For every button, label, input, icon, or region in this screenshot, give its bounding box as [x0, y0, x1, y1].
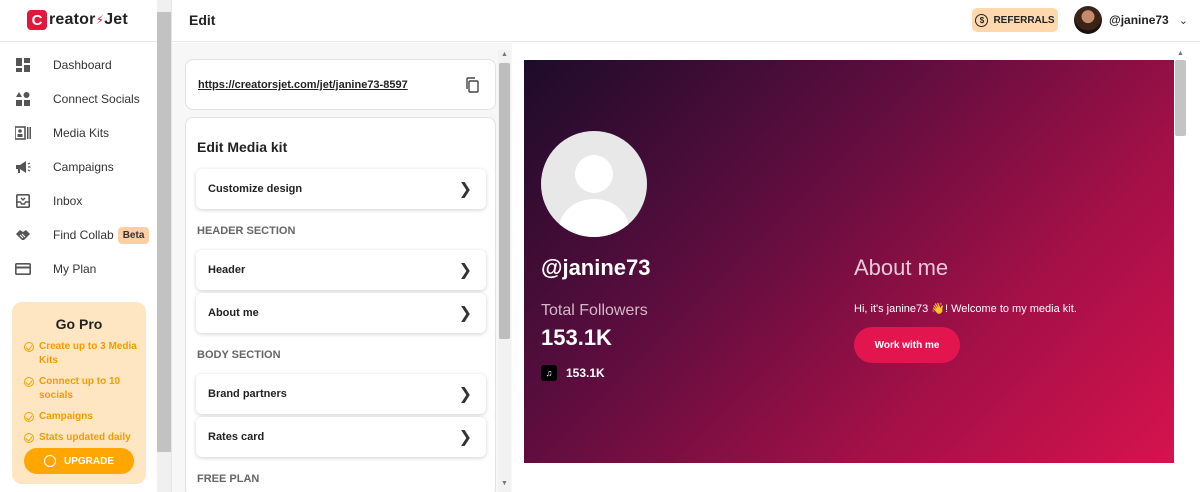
feature-item: Stats updated daily [24, 431, 140, 445]
brand-partners-button[interactable]: Brand partners ❯ [196, 374, 486, 414]
card-icon [15, 261, 31, 277]
header-section-label: HEADER SECTION [197, 225, 296, 237]
dashboard-icon [15, 57, 31, 73]
chevron-right-icon: ❯ [458, 386, 472, 403]
referrals-button[interactable]: $ REFERRALS [972, 8, 1058, 32]
feature-item: Create up to 3 Media Kits [24, 340, 140, 368]
check-circle-icon [24, 433, 34, 443]
sidebar: C reator⚡Jet Dashboard Connect Socials M… [0, 0, 172, 492]
top-bar: Edit $ REFERRALS @janine73 ⌄ [172, 0, 1200, 42]
avatar [1074, 6, 1102, 34]
award-icon [43, 455, 56, 467]
free-plan-label: FREE PLAN [197, 473, 260, 485]
sidebar-item-inbox[interactable]: Inbox [0, 184, 157, 218]
total-followers-value: 153.1K [541, 325, 612, 350]
editor-scrollbar[interactable]: ▲ ▼ [498, 50, 511, 492]
sidebar-item-find-collab[interactable]: Find Collab Beta [0, 218, 157, 252]
page-title: Edit [189, 12, 216, 28]
logo-text: reator⚡Jet [49, 11, 128, 28]
logo-mark: C [27, 10, 47, 30]
sidebar-item-connect-socials[interactable]: Connect Socials [0, 82, 157, 116]
check-circle-icon [24, 342, 34, 352]
edit-media-kit-heading: Edit Media kit [197, 139, 288, 155]
chevron-down-icon: ⌄ [1178, 14, 1188, 27]
tiktok-followers: 153.1K [566, 366, 605, 380]
preview-scrollbar[interactable]: ▲ [1174, 50, 1187, 492]
tiktok-stat: ♫ 153.1K [541, 365, 605, 381]
scrollbar-thumb[interactable] [157, 12, 171, 452]
scrollbar-thumb[interactable] [499, 63, 510, 339]
profile-avatar-placeholder [541, 131, 647, 237]
sidebar-item-label: Inbox [53, 194, 83, 208]
chevron-right-icon: ❯ [458, 305, 472, 322]
chevron-right-icon: ❯ [458, 181, 472, 198]
dollar-icon: $ [975, 13, 989, 27]
scroll-up-icon[interactable]: ▲ [501, 51, 508, 58]
sidebar-item-campaigns[interactable]: Campaigns [0, 150, 157, 184]
scroll-down-icon[interactable]: ▼ [501, 480, 508, 487]
tiktok-icon: ♫ [541, 365, 557, 381]
beta-badge: Beta [117, 226, 150, 244]
upgrade-button[interactable]: UPGRADE [24, 448, 134, 474]
sidebar-item-label: Media Kits [53, 126, 110, 140]
customize-design-button[interactable]: Customize design ❯ [196, 169, 486, 209]
media-kit-icon [15, 125, 31, 141]
media-kit-url-card: https://creatorsjet.com/jet/janine73-859… [185, 59, 496, 110]
check-circle-icon [24, 412, 34, 422]
copy-icon[interactable] [464, 77, 480, 93]
scrollbar-thumb[interactable] [1175, 60, 1186, 136]
sidebar-item-media-kits[interactable]: Media Kits [0, 116, 157, 150]
sidebar-item-label: Dashboard [53, 58, 112, 72]
divider [0, 41, 157, 42]
user-menu[interactable]: @janine73 ⌄ [1074, 6, 1188, 34]
feature-item: Connect up to 10 socials [24, 375, 140, 403]
sidebar-item-label: Campaigns [53, 160, 114, 174]
chevron-right-icon: ❯ [458, 429, 472, 446]
logo[interactable]: C reator⚡Jet [27, 9, 128, 31]
media-kit-url-link[interactable]: https://creatorsjet.com/jet/janine73-859… [198, 79, 408, 91]
edit-panel: https://creatorsjet.com/jet/janine73-859… [172, 43, 512, 492]
inbox-icon [15, 193, 31, 209]
sidebar-item-my-plan[interactable]: My Plan [0, 252, 157, 286]
edit-media-kit-card: Edit Media kit Customize design ❯ HEADER… [185, 117, 496, 492]
scroll-up-icon[interactable]: ▲ [1177, 50, 1184, 57]
chevron-right-icon: ❯ [458, 262, 472, 279]
handshake-icon [15, 227, 31, 243]
header-button[interactable]: Header ❯ [196, 250, 486, 290]
media-kit-preview: @janine73 Total Followers 153.1K ♫ 153.1… [524, 60, 1174, 463]
sidebar-item-dashboard[interactable]: Dashboard [0, 48, 157, 82]
megaphone-icon [15, 159, 31, 175]
preview-area: @janine73 Total Followers 153.1K ♫ 153.1… [512, 43, 1200, 492]
check-circle-icon [24, 377, 34, 387]
go-pro-title: Go Pro [55, 316, 103, 332]
sidebar-scrollbar[interactable] [157, 0, 171, 492]
go-pro-features: Create up to 3 Media Kits Connect up to … [12, 340, 146, 445]
feature-item: Campaigns [24, 410, 140, 424]
total-followers-label: Total Followers [541, 302, 648, 319]
body-section-label: BODY SECTION [197, 349, 281, 361]
username: @janine73 [1109, 13, 1169, 27]
sidebar-item-label: Find Collab [53, 228, 114, 242]
sidebar-item-label: My Plan [53, 262, 97, 276]
about-me-bio: Hi, it's janine73 👋! Welcome to my media… [854, 303, 1077, 315]
go-pro-card: Go Pro Create up to 3 Media Kits Connect… [12, 302, 146, 484]
sidebar-item-label: Connect Socials [53, 92, 140, 106]
preview-handle: @janine73 [541, 255, 651, 280]
shapes-icon [15, 91, 31, 107]
about-me-title: About me [854, 255, 949, 280]
work-with-me-button[interactable]: Work with me [854, 327, 960, 363]
sidebar-nav: Dashboard Connect Socials Media Kits Cam… [0, 48, 157, 286]
rates-card-button[interactable]: Rates card ❯ [196, 417, 486, 457]
about-me-button[interactable]: About me ❯ [196, 293, 486, 333]
